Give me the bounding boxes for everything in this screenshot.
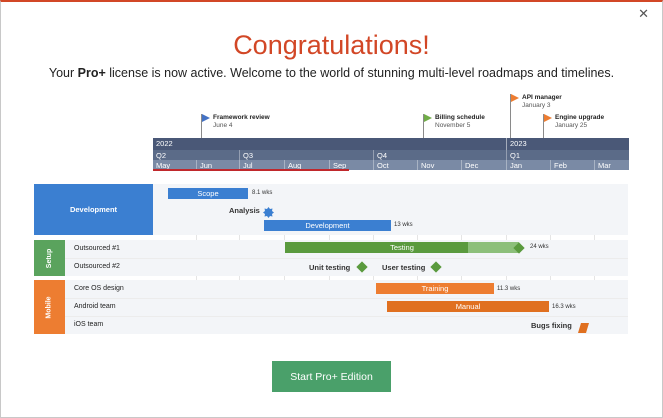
- task-manual-duration: 16.3 wks: [552, 304, 576, 310]
- analysis-milestone-icon[interactable]: [263, 205, 274, 218]
- task-analysis-label: Analysis: [229, 206, 260, 215]
- milestone-engine-upgrade: Engine upgrade January 25: [555, 114, 605, 129]
- month-label: Dec: [461, 160, 478, 170]
- task-training-duration: 11.3 wks: [497, 286, 521, 292]
- task-development[interactable]: Development: [264, 220, 391, 231]
- dialog-subtitle: Your Pro+ license is now active. Welcome…: [48, 66, 615, 80]
- quarter-label: Q4: [373, 150, 387, 160]
- task-testing-duration: 24 wks: [530, 244, 549, 250]
- dialog-title: Congratulations!: [233, 30, 430, 60]
- quarter-label: Q1: [506, 150, 520, 160]
- close-icon[interactable]: ✕: [638, 7, 649, 20]
- month-label: Nov: [417, 160, 434, 170]
- year-label: 2022: [156, 139, 173, 148]
- flag-icon: [201, 114, 210, 138]
- task-training[interactable]: Training: [376, 283, 494, 294]
- task-bugs-fixing-label: Bugs fixing: [531, 321, 572, 330]
- task-unit-testing-label: Unit testing: [309, 263, 351, 272]
- edition-name: Pro+: [77, 66, 106, 80]
- timescale-years: 2022 2023: [153, 138, 629, 150]
- task-scope[interactable]: Scope: [168, 188, 248, 199]
- year-label: 2023: [506, 138, 527, 150]
- milestone-framework-review: Framework review June 4: [213, 114, 270, 129]
- today-progress-line: [153, 169, 349, 171]
- row-separator: [34, 298, 628, 299]
- task-testing-progress: [285, 242, 468, 253]
- swimlane-mobile: Mobile: [34, 280, 65, 334]
- milestone-api-manager: API manager January 3: [522, 94, 562, 109]
- task-testing-label: Testing: [390, 243, 414, 252]
- task-development-duration: 13 wks: [394, 222, 413, 228]
- month-label: Feb: [550, 160, 567, 170]
- task-testing[interactable]: Testing: [285, 242, 519, 253]
- timescale-quarters: Q2 Q3 Q4 Q1: [153, 150, 629, 160]
- month-label: Mar: [594, 160, 611, 170]
- row-separator: [34, 316, 628, 317]
- flag-icon: [423, 114, 432, 138]
- quarter-label: Q3: [239, 150, 253, 160]
- task-user-testing-label: User testing: [382, 263, 426, 272]
- flag-icon: [510, 94, 519, 138]
- row-label-ios-team: iOS team: [74, 321, 104, 328]
- row-label-outsourced-1: Outsourced #1: [74, 245, 120, 252]
- row-label-outsourced-2: Outsourced #2: [74, 263, 120, 270]
- row-label-android-team: Android team: [74, 303, 116, 310]
- swimlane-setup: Setup: [34, 240, 65, 276]
- task-scope-duration: 8.1 wks: [252, 190, 273, 196]
- flag-icon: [543, 114, 552, 138]
- row-label-core-os-design: Core OS design: [74, 285, 124, 292]
- bugs-fixing-marker-icon[interactable]: [578, 320, 589, 333]
- swimlane-development: Development: [34, 184, 153, 235]
- quarter-label: Q2: [156, 151, 167, 160]
- month-label: Oct: [373, 160, 389, 170]
- start-pro-edition-button[interactable]: Start Pro+ Edition: [272, 361, 391, 392]
- milestone-billing-schedule: Billing schedule November 5: [435, 114, 485, 129]
- month-label: Jan: [506, 160, 522, 170]
- row-separator: [34, 258, 628, 259]
- task-manual[interactable]: Manual: [387, 301, 549, 312]
